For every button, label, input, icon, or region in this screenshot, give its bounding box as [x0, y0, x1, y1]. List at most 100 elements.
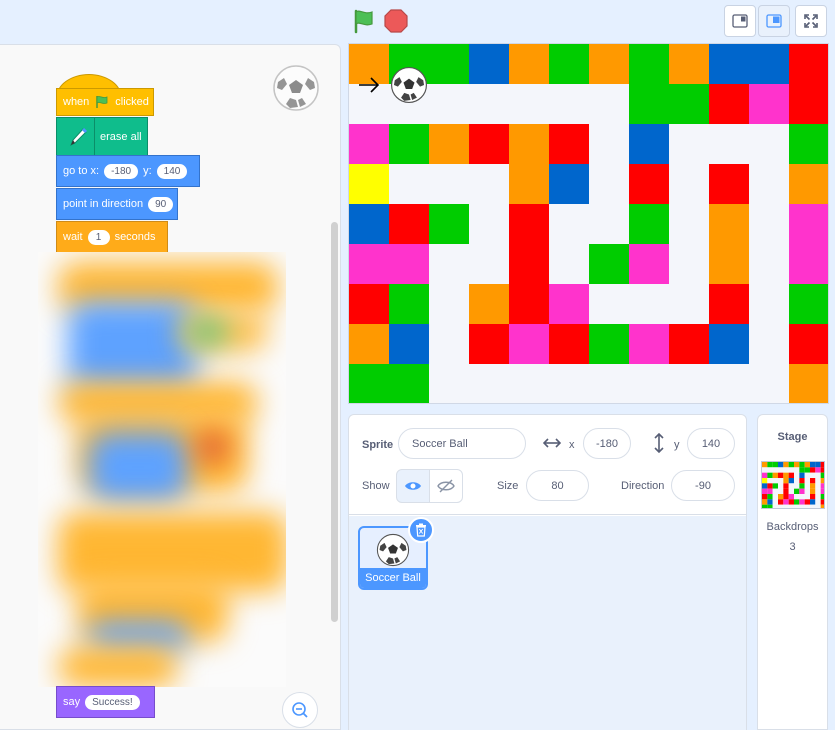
maze-cell [349, 364, 389, 403]
fullscreen-button[interactable] [795, 5, 827, 37]
maze-cell [349, 284, 389, 324]
maze-cell [820, 488, 824, 494]
sprite-info-panel: Sprite Soccer Ball x -180 y 140 Show Siz… [349, 415, 746, 515]
maze-cell [629, 84, 669, 124]
show-visible-toggle[interactable] [396, 469, 430, 503]
maze-cell [469, 124, 509, 164]
maze-cell [772, 472, 778, 478]
maze-cell [799, 483, 805, 489]
erase-all-block[interactable]: erase all [56, 117, 148, 157]
maze-cell [804, 504, 810, 508]
point-in-direction-block[interactable]: point in direction 90 [56, 188, 178, 220]
maze-cell [820, 467, 824, 473]
y-field[interactable]: 140 [687, 428, 735, 459]
x-input[interactable]: -180 [104, 163, 139, 179]
maze-cell [762, 494, 768, 500]
large-stage-icon [766, 14, 782, 28]
maze-cell [509, 84, 549, 124]
wait-block[interactable]: wait 1 seconds [56, 221, 168, 253]
maze-cell [589, 324, 629, 364]
maze-cell [709, 244, 749, 284]
maze-cell [549, 44, 589, 84]
maze-cell [349, 244, 389, 284]
maze-cell [783, 499, 789, 505]
maze-cell [789, 204, 828, 244]
show-hidden-toggle[interactable] [429, 469, 463, 503]
code-scrollbar[interactable] [331, 222, 338, 622]
maze-cell [429, 284, 469, 324]
maze-cell [549, 364, 589, 403]
say-block[interactable]: say Success! [56, 686, 155, 718]
size-field[interactable]: 80 [526, 470, 589, 501]
maze-cell [389, 284, 429, 324]
maze-cell [669, 44, 709, 84]
maze-cell [794, 483, 800, 489]
blurred-code-region [38, 252, 286, 687]
maze-cell [629, 284, 669, 324]
wait-seconds-input[interactable]: 1 [87, 229, 110, 245]
maze-cell [429, 244, 469, 284]
maze-cell [788, 483, 794, 489]
large-stage-button[interactable] [758, 5, 790, 37]
x-field[interactable]: -180 [583, 428, 631, 459]
backdrops-label: Backdrops [766, 521, 819, 533]
maze-cell [789, 164, 828, 204]
maze-cell [788, 478, 794, 484]
sprite-name-field[interactable]: Soccer Ball [398, 428, 526, 459]
maze-cell [772, 478, 778, 484]
maze-cell [589, 124, 629, 164]
maze-cell [788, 467, 794, 473]
maze-cell [762, 467, 768, 473]
maze-cell [767, 499, 773, 505]
maze-cell [789, 284, 828, 324]
maze-cell [549, 284, 589, 324]
soccer-ball-sprite[interactable] [390, 66, 428, 104]
small-stage-button[interactable] [724, 5, 756, 37]
maze-cell [709, 324, 749, 364]
y-label: y [674, 439, 680, 451]
direction-field[interactable]: -90 [671, 470, 735, 501]
maze-cell [429, 204, 469, 244]
pen-icon [69, 127, 87, 147]
maze-cell [778, 478, 784, 484]
maze-cell [709, 44, 749, 84]
maze-cell [778, 499, 784, 505]
stage-title: Stage [777, 431, 808, 443]
delete-sprite-button[interactable] [408, 517, 434, 543]
maze-cell [429, 364, 469, 403]
zoom-out-button[interactable] [282, 692, 318, 728]
maze-cell [429, 44, 469, 84]
small-stage-icon [732, 14, 748, 28]
maze-cell [799, 467, 805, 473]
maze-cell [767, 483, 773, 489]
maze-cell [589, 84, 629, 124]
maze-cell [804, 483, 810, 489]
say-text-input[interactable]: Success! [85, 694, 140, 710]
maze-cell [762, 472, 768, 478]
when-flag-clicked-block[interactable]: when clicked [56, 88, 154, 116]
maze-cell [429, 164, 469, 204]
maze-cell [762, 499, 768, 505]
go-to-xy-block[interactable]: go to x: -180 y: 140 [56, 155, 200, 187]
stage-canvas[interactable] [348, 43, 829, 404]
maze-cell [749, 44, 789, 84]
block-label: wait [63, 231, 83, 243]
y-input[interactable]: 140 [156, 163, 188, 179]
maze-cell [349, 324, 389, 364]
stage-target-panel[interactable]: Stage Backdrops 3 [757, 414, 828, 730]
maze-cell [789, 324, 828, 364]
maze-cell [815, 483, 821, 489]
stop-button[interactable] [383, 8, 409, 34]
maze-cell [799, 499, 805, 505]
direction-input[interactable]: 90 [148, 196, 174, 212]
green-flag-button[interactable] [350, 8, 378, 34]
maze-cell [762, 478, 768, 484]
maze-cell [589, 164, 629, 204]
maze-cell [589, 244, 629, 284]
maze-cell [589, 44, 629, 84]
maze-cell [772, 504, 778, 508]
maze-cell [469, 284, 509, 324]
maze-cell [789, 364, 828, 403]
maze-cell [549, 164, 589, 204]
maze-cell [778, 472, 784, 478]
